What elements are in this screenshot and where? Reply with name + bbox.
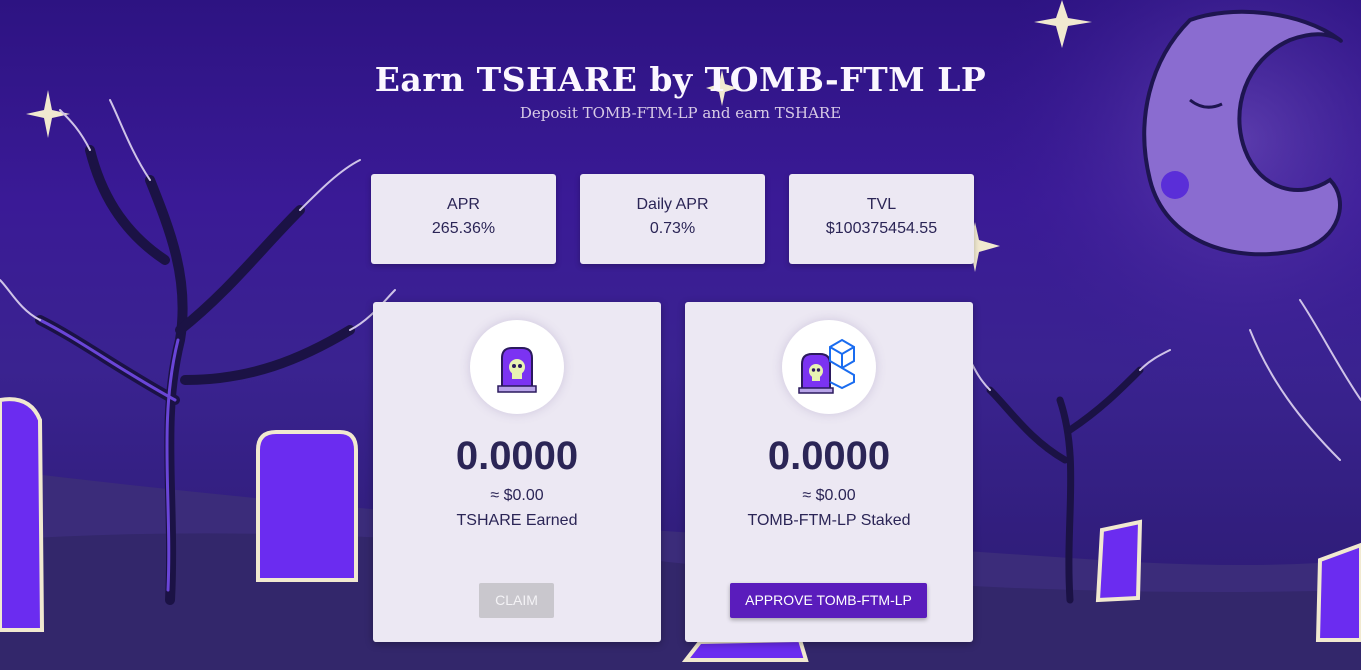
- approve-button[interactable]: APPROVE TOMB-FTM-LP: [730, 583, 927, 618]
- apr-stat-card: APR 265.36%: [371, 174, 556, 264]
- earned-usd-value: ≈ $0.00: [490, 487, 544, 504]
- tvl-label: TVL: [866, 196, 897, 213]
- tomb-ftm-lp-icon: [782, 320, 876, 414]
- earned-amount: 0.0000: [455, 434, 579, 478]
- staked-card: 0.0000 ≈ $0.00 TOMB-FTM-LP Staked APPROV…: [685, 302, 973, 642]
- daily-apr-stat-card: Daily APR 0.73%: [580, 174, 765, 264]
- daily-apr-value: 0.73%: [649, 220, 696, 237]
- apr-label: APR: [447, 196, 480, 213]
- page-header: Earn TSHARE by TOMB-FTM LP Deposit TOMB-…: [0, 58, 1361, 123]
- staked-amount: 0.0000: [767, 434, 891, 478]
- earned-card: 0.0000 ≈ $0.00 TSHARE Earned CLAIM: [373, 302, 661, 642]
- staked-label: TOMB-FTM-LP Staked: [747, 512, 911, 529]
- claim-button[interactable]: CLAIM: [479, 583, 554, 618]
- page-title: Earn TSHARE by TOMB-FTM LP: [374, 60, 987, 99]
- apr-value: 265.36%: [431, 220, 496, 237]
- tvl-value: $100375454.55: [825, 220, 938, 237]
- earned-label: TSHARE Earned: [456, 512, 578, 529]
- tshare-tombstone-icon: [470, 320, 564, 414]
- tvl-stat-card: TVL $100375454.55: [789, 174, 974, 264]
- daily-apr-label: Daily APR: [636, 196, 709, 213]
- page-subtitle: Deposit TOMB-FTM-LP and earn TSHARE: [519, 104, 842, 122]
- staked-usd-value: ≈ $0.00: [802, 487, 856, 504]
